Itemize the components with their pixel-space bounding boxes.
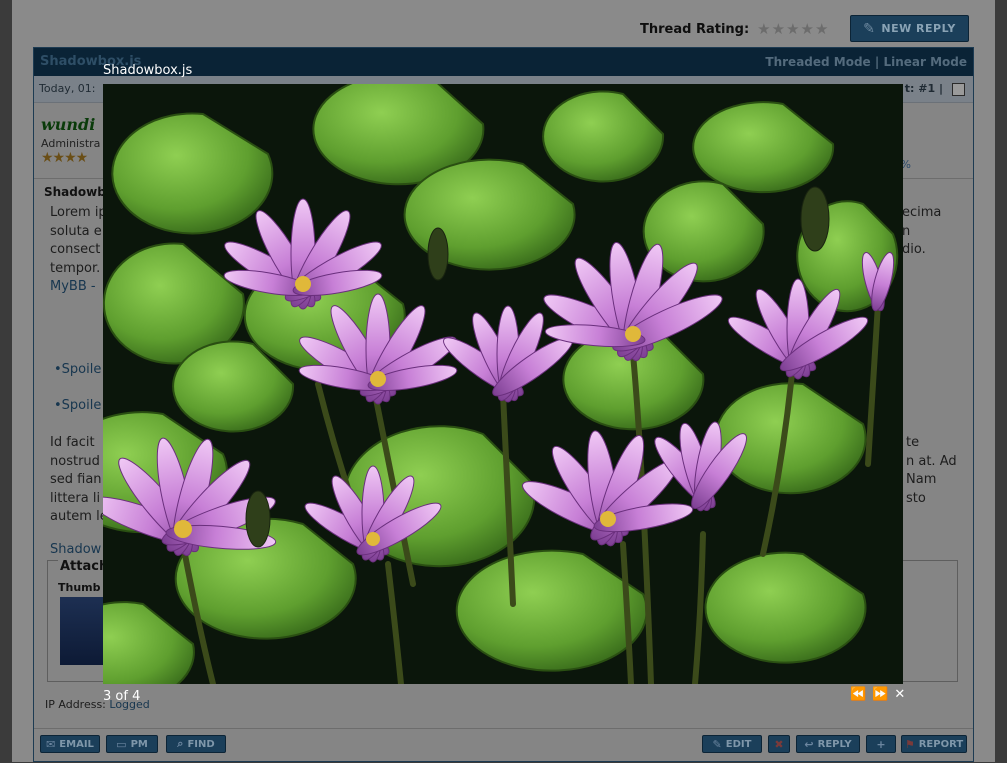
close-icon[interactable]: ✕ bbox=[894, 687, 905, 703]
star-icon[interactable]: ★ bbox=[786, 21, 799, 37]
report-label: REPORT bbox=[918, 738, 964, 750]
post-text-line: n at. Ad bbox=[906, 453, 957, 469]
message-icon: ▭ bbox=[116, 737, 127, 751]
post-text-line: littera li bbox=[50, 490, 101, 506]
spoiler-toggle[interactable]: •Spoile bbox=[54, 397, 101, 416]
ip-address-label: IP Address: bbox=[45, 698, 106, 711]
edit-label: EDIT bbox=[725, 738, 752, 750]
author-name[interactable]: wundi bbox=[41, 115, 95, 134]
attachment-thumbnail[interactable] bbox=[60, 597, 104, 665]
post-text-line: tempor. bbox=[50, 260, 101, 276]
next-icon[interactable]: ⏩ bbox=[872, 687, 888, 703]
shadowbox-counter: 3 of 4 bbox=[103, 689, 141, 704]
post-text-line: soluta e bbox=[50, 223, 102, 239]
post-text-line: n bbox=[902, 223, 911, 239]
reply-label: REPLY bbox=[817, 738, 852, 750]
thread-rating: Thread Rating: ★ ★ ★ ★ ★ bbox=[640, 15, 828, 43]
edit-icon: ✎ bbox=[712, 737, 722, 751]
search-icon: ⌕ bbox=[177, 737, 184, 750]
new-reply-label: NEW REPLY bbox=[881, 22, 956, 35]
post-text-line: nostrud bbox=[50, 453, 100, 469]
previous-icon[interactable]: ⏪ bbox=[850, 687, 866, 703]
spoiler-toggle[interactable]: •Spoile bbox=[54, 361, 101, 380]
reply-icon: ↩ bbox=[804, 737, 814, 751]
post-actions-bar: ✉ EMAIL ▭ PM ⌕ FIND ✎ EDIT ✖ ↩ REPLY + ⚑ REPOR… bbox=[34, 728, 973, 763]
new-reply-button[interactable]: ✎ NEW REPLY bbox=[850, 15, 969, 42]
bullet-icon: • bbox=[54, 362, 62, 377]
spoiler-label: Spoile bbox=[61, 398, 102, 413]
post-text-line: sed fian bbox=[50, 472, 102, 487]
rating-stars[interactable]: ★ ★ ★ ★ ★ bbox=[757, 21, 828, 37]
shadowbox-image[interactable] bbox=[103, 84, 903, 684]
post-text-right: ecima n dio. bbox=[902, 204, 941, 260]
shadowbox-controls: ⏪ ⏩ ✕ bbox=[850, 687, 905, 703]
multiquote-icon: + bbox=[876, 737, 886, 751]
edit-button[interactable]: ✎ EDIT bbox=[702, 735, 762, 753]
pm-button[interactable]: ▭ PM bbox=[106, 735, 158, 753]
post-text-line: Nam bbox=[906, 472, 937, 487]
post-text-right-2: te n at. Ad Nam sto bbox=[906, 434, 957, 508]
post-number[interactable]: t: #1 | bbox=[905, 82, 943, 95]
water-lily-photo bbox=[103, 84, 903, 684]
pm-label: PM bbox=[130, 738, 148, 750]
post-text-line: Lorem ip bbox=[50, 205, 107, 220]
star-icon[interactable]: ★ bbox=[772, 21, 785, 37]
star-icon[interactable]: ★ bbox=[815, 21, 828, 37]
find-label: FIND bbox=[187, 738, 215, 750]
email-icon: ✉ bbox=[46, 737, 56, 751]
post-text-line: Id facit bbox=[50, 435, 95, 450]
shadowbox-title: Shadowbox.js bbox=[103, 63, 193, 78]
spoiler-label: Spoile bbox=[61, 362, 102, 377]
reply-button[interactable]: ↩ REPLY bbox=[796, 735, 860, 753]
thread-mode-links[interactable]: Threaded Mode | Linear Mode bbox=[765, 55, 967, 69]
thumbnails-label: Thumb bbox=[58, 581, 101, 594]
post-text-left-2: Id facit nostrud sed fian littera li aut… bbox=[50, 434, 108, 527]
post-text-line: autem le bbox=[50, 509, 108, 524]
post-text-left: Lorem ip soluta e consect tempor. MyBB - bbox=[50, 204, 107, 297]
find-button[interactable]: ⌕ FIND bbox=[166, 735, 226, 753]
post-text-line: consect bbox=[50, 242, 101, 257]
email-label: EMAIL bbox=[59, 738, 94, 750]
post-subject: Shadowb bbox=[44, 185, 106, 199]
post-text-line: dio. bbox=[902, 242, 926, 257]
post-text-line: te bbox=[906, 435, 920, 450]
star-icon[interactable]: ★ bbox=[757, 21, 770, 37]
multiquote-button[interactable]: + bbox=[866, 735, 896, 753]
email-button[interactable]: ✉ EMAIL bbox=[40, 735, 100, 753]
report-button[interactable]: ⚑ REPORT bbox=[901, 735, 967, 753]
post-date: Today, 01: bbox=[39, 82, 96, 95]
post-text-line: ecima bbox=[902, 205, 942, 220]
star-icon[interactable]: ★ bbox=[801, 21, 814, 37]
author-stars-icon: ★★★★ bbox=[41, 150, 88, 166]
delete-icon: ✖ bbox=[774, 737, 784, 751]
post-text-line: sto bbox=[906, 490, 926, 506]
report-icon: ⚑ bbox=[904, 737, 915, 751]
new-reply-icon: ✎ bbox=[863, 20, 876, 37]
delete-button[interactable]: ✖ bbox=[768, 735, 790, 753]
shadowbox-link[interactable]: Shadow bbox=[50, 541, 101, 560]
thread-rating-label: Thread Rating: bbox=[640, 21, 750, 37]
post-select-checkbox[interactable] bbox=[952, 83, 965, 96]
bullet-icon: • bbox=[54, 398, 62, 413]
author-role: Administra bbox=[41, 137, 101, 150]
mybb-link[interactable]: MyBB - bbox=[50, 278, 107, 297]
